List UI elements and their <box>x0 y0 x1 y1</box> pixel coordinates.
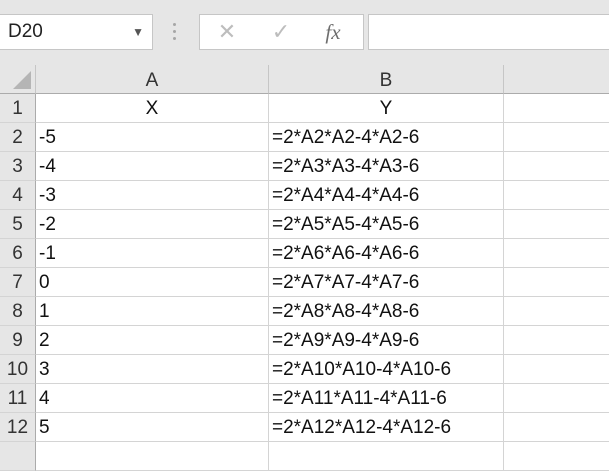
formula-input[interactable] <box>368 14 609 50</box>
cell-b[interactable]: =2*A9*A9-4*A9-6 <box>269 326 504 355</box>
table-row: 5 -2 =2*A5*A5-4*A5-6 <box>0 210 609 239</box>
chevron-down-icon[interactable]: ▼ <box>132 25 144 39</box>
cell-c[interactable] <box>504 123 609 152</box>
cell-a[interactable]: 0 <box>36 268 269 297</box>
cell-a[interactable]: -3 <box>36 181 269 210</box>
cell-c[interactable] <box>504 181 609 210</box>
formula-buttons: ✕ ✓ fx <box>199 14 364 50</box>
table-row: 1XY <box>0 94 609 123</box>
cell-c[interactable] <box>504 442 609 471</box>
table-row: 4 -3 =2*A4*A4-4*A4-6 <box>0 181 609 210</box>
row-header[interactable]: 7 <box>0 268 36 297</box>
select-all-triangle-icon <box>13 71 31 89</box>
column-header-c[interactable] <box>504 65 609 94</box>
cell-c[interactable] <box>504 239 609 268</box>
cell-a[interactable]: -2 <box>36 210 269 239</box>
row-header[interactable]: 5 <box>0 210 36 239</box>
cell-b[interactable] <box>269 442 504 471</box>
row-header[interactable]: 12 <box>0 413 36 442</box>
table-row: 10 3 =2*A10*A10-4*A10-6 <box>0 355 609 384</box>
cell-c[interactable] <box>504 152 609 181</box>
cell-c[interactable] <box>504 297 609 326</box>
table-row: 12 5 =2*A12*A12-4*A12-6 <box>0 413 609 442</box>
cancel-icon[interactable]: ✕ <box>212 19 242 45</box>
cell-b[interactable]: =2*A11*A11-4*A11-6 <box>269 384 504 413</box>
enter-icon[interactable]: ✓ <box>266 19 296 45</box>
table-row: 7 0 =2*A7*A7-4*A7-6 <box>0 268 609 297</box>
cell-b[interactable]: =2*A2*A2-4*A2-6 <box>269 123 504 152</box>
cell-b[interactable]: =2*A4*A4-4*A4-6 <box>269 181 504 210</box>
table-row: 11 4 =2*A11*A11-4*A11-6 <box>0 384 609 413</box>
cell-c[interactable] <box>504 326 609 355</box>
name-box[interactable]: D20 ▼ <box>0 14 153 50</box>
cell-b[interactable]: =2*A5*A5-4*A5-6 <box>269 210 504 239</box>
cell-a[interactable]: -1 <box>36 239 269 268</box>
cell-c[interactable] <box>504 268 609 297</box>
cell-b[interactable]: Y <box>269 94 504 123</box>
row-header[interactable]: 8 <box>0 297 36 326</box>
row-header[interactable]: 10 <box>0 355 36 384</box>
row-header[interactable]: 3 <box>0 152 36 181</box>
cell-a[interactable] <box>36 442 269 471</box>
cell-c[interactable] <box>504 413 609 442</box>
cell-c[interactable] <box>504 355 609 384</box>
insert-function-button[interactable]: fx <box>318 19 348 45</box>
cell-a[interactable]: 1 <box>36 297 269 326</box>
row-header[interactable]: 11 <box>0 384 36 413</box>
table-row: 2 -5 =2*A2*A2-4*A2-6 <box>0 123 609 152</box>
cell-b[interactable]: =2*A8*A8-4*A8-6 <box>269 297 504 326</box>
table-row: 9 2 =2*A9*A9-4*A9-6 <box>0 326 609 355</box>
column-header-b[interactable]: B <box>269 65 504 94</box>
cell-b[interactable]: =2*A7*A7-4*A7-6 <box>269 268 504 297</box>
row-header[interactable]: 6 <box>0 239 36 268</box>
row-header[interactable]: 9 <box>0 326 36 355</box>
row-header[interactable]: 2 <box>0 123 36 152</box>
cell-b[interactable]: =2*A10*A10-4*A10-6 <box>269 355 504 384</box>
formula-toolbar: D20 ▼ ✕ ✓ fx <box>0 0 609 65</box>
cell-b[interactable]: =2*A3*A3-4*A3-6 <box>269 152 504 181</box>
cell-a[interactable]: 4 <box>36 384 269 413</box>
row-header[interactable] <box>0 442 36 471</box>
select-all-corner[interactable] <box>0 65 36 94</box>
row-header[interactable]: 4 <box>0 181 36 210</box>
table-row <box>0 442 609 471</box>
cell-a[interactable]: -5 <box>36 123 269 152</box>
spreadsheet-grid: A B 1 X Y 2 -5 =2*A2*A2-4*A2-6 3 -4 =2*A3*A3-4*A… <box>0 65 609 471</box>
row-header[interactable]: 1 <box>0 94 36 123</box>
cell-c[interactable] <box>504 94 609 123</box>
cell-a[interactable]: 2 <box>36 326 269 355</box>
cell-a[interactable]: -4 <box>36 152 269 181</box>
name-box-value: D20 <box>8 21 43 42</box>
cell-c[interactable] <box>504 210 609 239</box>
table-row: 8 1 =2*A8*A8-4*A8-6 <box>0 297 609 326</box>
cell-a[interactable]: 5 <box>36 413 269 442</box>
cell-b[interactable]: =2*A6*A6-4*A6-6 <box>269 239 504 268</box>
table-row: 6 -1 =2*A6*A6-4*A6-6 <box>0 239 609 268</box>
cell-a[interactable]: 3 <box>36 355 269 384</box>
column-header-a[interactable]: A <box>36 65 269 94</box>
table-row: 3 -4 =2*A3*A3-4*A3-6 <box>0 152 609 181</box>
cell-a[interactable]: X <box>36 94 269 123</box>
cell-c[interactable] <box>504 384 609 413</box>
more-options-icon[interactable] <box>170 20 180 44</box>
cell-b[interactable]: =2*A12*A12-4*A12-6 <box>269 413 504 442</box>
